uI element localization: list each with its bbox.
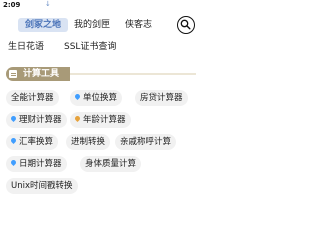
section-header-calc-tools: 计算工具: [6, 67, 70, 81]
tool-bmi-calculator[interactable]: 身体质量计算: [80, 156, 142, 172]
tool-label: 单位换算: [83, 93, 118, 103]
tool-base-conversion[interactable]: 进制转换: [66, 134, 111, 150]
tool-all-calculator[interactable]: 全能计算器: [6, 90, 59, 106]
status-bar: 2:09 ↓: [0, 0, 200, 10]
section-divider: [70, 73, 196, 75]
link-birthday-flower[interactable]: 生日花语: [8, 40, 44, 54]
tool-label: 房贷计算器: [140, 93, 183, 103]
tab-my-sword-box[interactable]: 我的剑匣: [74, 18, 110, 32]
tool-date-calculator[interactable]: 日期计算器: [6, 156, 67, 172]
tool-age-calculator[interactable]: 年龄计算器: [70, 112, 131, 128]
tool-mortgage-calculator[interactable]: 房贷计算器: [135, 90, 188, 106]
tool-relative-title[interactable]: 亲戚称呼计算: [115, 134, 177, 150]
link-ssl-query[interactable]: SSL证书查询: [64, 40, 116, 54]
list-icon: [9, 70, 17, 78]
pin-icon: [9, 136, 18, 145]
tool-label: 日期计算器: [19, 159, 62, 169]
tab-sword-land[interactable]: 剑冢之地: [18, 18, 68, 32]
tool-label: 身体质量计算: [85, 159, 137, 169]
tool-unit-conversion[interactable]: 单位换算: [70, 90, 123, 106]
pin-icon: [9, 158, 18, 167]
notification-icon: ↓: [45, 0, 51, 8]
search-icon: [180, 19, 191, 30]
tool-label: 理财计算器: [19, 115, 62, 125]
pin-icon: [73, 92, 82, 101]
top-navigation: 剑冢之地 我的剑匣 侠客志: [0, 13, 200, 34]
tool-finance-calculator[interactable]: 理财计算器: [6, 112, 67, 128]
tool-label: 汇率换算: [19, 137, 54, 147]
tool-label: Unix时间戳转换: [11, 181, 73, 191]
tool-label: 年龄计算器: [83, 115, 126, 125]
tool-label: 亲戚称呼计算: [120, 137, 172, 147]
tool-exchange-rate[interactable]: 汇率换算: [6, 134, 59, 150]
search-button[interactable]: [177, 16, 195, 34]
quick-links: 生日花语 SSL证书查询: [0, 40, 200, 54]
tool-label: 全能计算器: [11, 93, 54, 103]
tab-knight-journal[interactable]: 侠客志: [125, 18, 152, 32]
pin-icon: [73, 114, 82, 123]
tool-label: 进制转换: [71, 137, 106, 147]
section-title: 计算工具: [23, 69, 60, 79]
pin-icon: [9, 114, 18, 123]
status-time: 2:09: [3, 1, 21, 9]
tool-unix-timestamp[interactable]: Unix时间戳转换: [6, 178, 78, 194]
